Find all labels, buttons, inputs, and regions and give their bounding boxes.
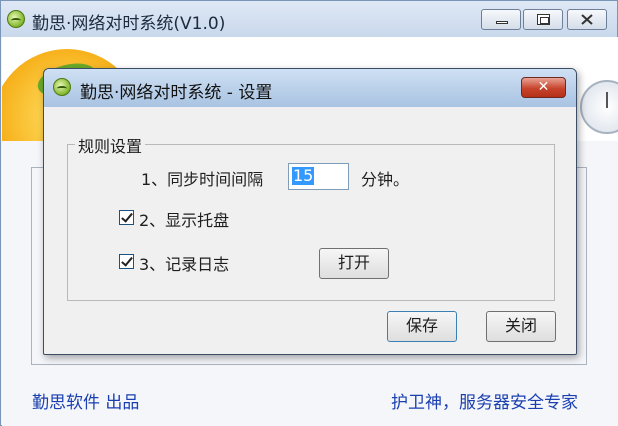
maximize-button[interactable] — [523, 9, 563, 30]
show-tray-checkbox[interactable] — [119, 210, 134, 225]
dialog-content: 规则设置 1、同步时间间隔 15 分钟。 2、显示托盘 3、记录日志 打开 保存… — [50, 107, 570, 350]
dialog-close-button[interactable]: ✕ — [521, 77, 566, 98]
main-window-title: 勤思·网络对时系统(V1.0) — [32, 14, 226, 34]
minimize-icon — [496, 21, 508, 24]
security-link[interactable]: 护卫神，服务器安全专家 — [391, 388, 578, 413]
maximize-icon — [537, 14, 550, 25]
show-tray-label[interactable]: 2、显示托盘 — [139, 207, 229, 231]
sync-interval-unit: 分钟。 — [361, 170, 410, 189]
minimize-button[interactable] — [481, 9, 521, 30]
sync-interval-value: 15 — [292, 166, 315, 185]
main-close-button[interactable] — [567, 9, 607, 30]
rules-group-label: 规则设置 — [75, 133, 146, 157]
sync-interval-input[interactable]: 15 — [288, 163, 349, 190]
log-label[interactable]: 3、记录日志 — [139, 251, 229, 275]
close-icon — [581, 14, 593, 25]
app-logo-icon — [7, 10, 25, 28]
dialog-title-bar[interactable]: 勤思·网络对时系统 - 设置 ✕ — [44, 69, 576, 107]
sync-interval-label: 1、同步时间间隔 — [141, 170, 264, 189]
settings-dialog: 勤思·网络对时系统 - 设置 ✕ 规则设置 1、同步时间间隔 15 分钟。 2、… — [43, 68, 577, 355]
dialog-title: 勤思·网络对时系统 - 设置 — [80, 83, 273, 103]
save-button[interactable]: 保存 — [387, 311, 457, 342]
open-log-button[interactable]: 打开 — [319, 248, 389, 279]
close-button[interactable]: 关闭 — [486, 311, 556, 342]
app-logo-icon — [53, 78, 71, 96]
main-title-bar[interactable]: 勤思·网络对时系统(V1.0) — [1, 1, 617, 37]
vendor-link[interactable]: 勤思软件 出品 — [32, 388, 139, 413]
log-checkbox[interactable] — [119, 254, 134, 269]
close-icon: ✕ — [537, 79, 550, 95]
